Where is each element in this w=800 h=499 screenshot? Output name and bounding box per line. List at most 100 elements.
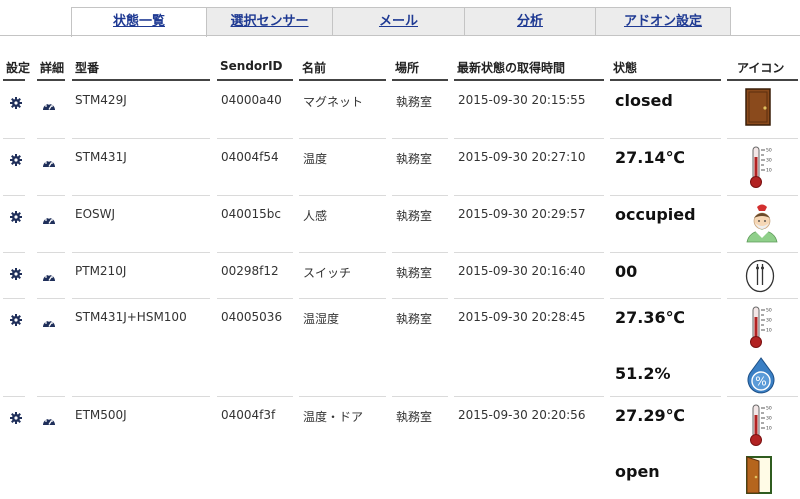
row-separator bbox=[3, 195, 25, 196]
svg-text:%: % bbox=[755, 375, 766, 389]
model-cell: STM431J+HSM100 bbox=[75, 310, 187, 324]
detail-gauge-icon[interactable] bbox=[42, 96, 56, 110]
col-header-detail: 詳細 bbox=[40, 61, 65, 75]
sensor-id-cell: 04004f54 bbox=[221, 150, 279, 164]
detail-gauge-icon[interactable] bbox=[42, 411, 56, 425]
detail-gauge-icon[interactable] bbox=[42, 267, 56, 281]
svg-text:30: 30 bbox=[766, 158, 772, 164]
time-cell: 2015-09-30 20:16:40 bbox=[458, 264, 586, 278]
row-separator bbox=[72, 195, 210, 196]
col-header-location: 場所 bbox=[395, 61, 420, 75]
time-cell: 2015-09-30 20:20:56 bbox=[458, 408, 586, 422]
col-header-settings: 設定 bbox=[6, 61, 31, 75]
row-separator bbox=[454, 138, 604, 139]
settings-gear-icon[interactable] bbox=[9, 209, 23, 223]
model-cell: STM431J bbox=[75, 150, 127, 164]
time-cell: 2015-09-30 20:27:10 bbox=[458, 150, 586, 164]
settings-gear-icon[interactable] bbox=[9, 410, 23, 424]
model-cell: EOSWJ bbox=[75, 207, 116, 221]
open-door-icon bbox=[745, 455, 775, 499]
name-cell: マグネット bbox=[303, 95, 364, 109]
row-separator bbox=[72, 396, 210, 397]
svg-text:50: 50 bbox=[766, 308, 772, 314]
location-cell: 執務室 bbox=[396, 95, 433, 109]
model-cell: PTM210J bbox=[75, 264, 127, 278]
header-rule bbox=[454, 79, 604, 81]
row-separator bbox=[299, 396, 386, 397]
model-cell: ETM500J bbox=[75, 408, 127, 422]
col-header-time: 最新状態の取得時間 bbox=[457, 61, 566, 75]
thermometer-icon: 50 30 10 bbox=[745, 403, 775, 451]
row-separator bbox=[392, 138, 448, 139]
row-separator bbox=[3, 252, 25, 253]
tab-status-list[interactable]: 状態一覧 bbox=[71, 7, 207, 37]
row-separator bbox=[727, 195, 798, 196]
detail-gauge-icon[interactable] bbox=[42, 153, 56, 167]
row-separator bbox=[392, 396, 448, 397]
row-separator bbox=[3, 396, 25, 397]
tab-addon-settings[interactable]: アドオン設定 bbox=[595, 7, 731, 35]
col-header-state: 状態 bbox=[613, 61, 638, 75]
row-separator bbox=[217, 298, 293, 299]
row-separator bbox=[392, 195, 448, 196]
row-separator bbox=[454, 396, 604, 397]
sensor-id-cell: 04004f3f bbox=[221, 408, 276, 422]
row-separator bbox=[299, 195, 386, 196]
header-rule bbox=[217, 79, 293, 81]
name-cell: 人感 bbox=[303, 209, 328, 223]
row-separator bbox=[610, 298, 721, 299]
settings-gear-icon[interactable] bbox=[9, 266, 23, 280]
row-separator bbox=[37, 195, 65, 196]
row-separator bbox=[392, 298, 448, 299]
row-separator bbox=[72, 138, 210, 139]
name-cell: スイッチ bbox=[303, 266, 352, 280]
detail-gauge-icon[interactable] bbox=[42, 210, 56, 224]
tab-mail[interactable]: メール bbox=[332, 7, 465, 35]
state-value: 00 bbox=[615, 262, 638, 281]
col-header-model: 型番 bbox=[75, 61, 100, 75]
row-separator bbox=[217, 252, 293, 253]
svg-text:10: 10 bbox=[766, 168, 772, 174]
settings-gear-icon[interactable] bbox=[9, 152, 23, 166]
svg-text:30: 30 bbox=[766, 416, 772, 422]
location-cell: 執務室 bbox=[396, 410, 433, 424]
tab-analysis[interactable]: 分析 bbox=[464, 7, 596, 35]
sensor-id-cell: 04000a40 bbox=[221, 93, 282, 107]
tab-bar: 状態一覧 選択センサー メール 分析 アドオン設定 bbox=[71, 7, 731, 37]
settings-gear-icon[interactable] bbox=[9, 95, 23, 109]
header-rule bbox=[610, 79, 721, 81]
thermometer-icon: 50 30 10 bbox=[745, 305, 775, 353]
thermometer-icon: 50 30 10 bbox=[745, 145, 775, 193]
header-rule bbox=[299, 79, 386, 81]
col-header-sensor-id: SendorID bbox=[220, 59, 283, 73]
state-value: 27.14℃ bbox=[615, 148, 685, 167]
detail-gauge-icon[interactable] bbox=[42, 313, 56, 327]
header-rule bbox=[392, 79, 448, 81]
sensor-id-cell: 00298f12 bbox=[221, 264, 279, 278]
time-cell: 2015-09-30 20:28:45 bbox=[458, 310, 586, 324]
svg-text:50: 50 bbox=[766, 148, 772, 154]
name-cell: 温度 bbox=[303, 152, 328, 166]
row-separator bbox=[217, 195, 293, 196]
row-separator bbox=[610, 195, 721, 196]
row-separator bbox=[392, 252, 448, 253]
col-header-icon: アイコン bbox=[737, 61, 785, 75]
location-cell: 執務室 bbox=[396, 209, 433, 223]
location-cell: 執務室 bbox=[396, 152, 433, 166]
svg-text:10: 10 bbox=[766, 426, 772, 432]
name-cell: 温湿度 bbox=[303, 312, 340, 326]
time-cell: 2015-09-30 20:15:55 bbox=[458, 93, 586, 107]
header-rule bbox=[727, 79, 798, 81]
time-cell: 2015-09-30 20:29:57 bbox=[458, 207, 586, 221]
humidity-icon: % bbox=[745, 357, 777, 399]
row-separator bbox=[3, 298, 25, 299]
sensor-id-cell: 04005036 bbox=[221, 310, 283, 324]
row-separator bbox=[727, 138, 798, 139]
settings-gear-icon[interactable] bbox=[9, 312, 23, 326]
tab-selected-sensors[interactable]: 選択センサー bbox=[206, 7, 333, 35]
header-rule bbox=[3, 79, 25, 81]
row-separator bbox=[37, 298, 65, 299]
row-separator bbox=[454, 252, 604, 253]
row-separator bbox=[727, 252, 798, 253]
col-header-name: 名前 bbox=[302, 61, 327, 75]
